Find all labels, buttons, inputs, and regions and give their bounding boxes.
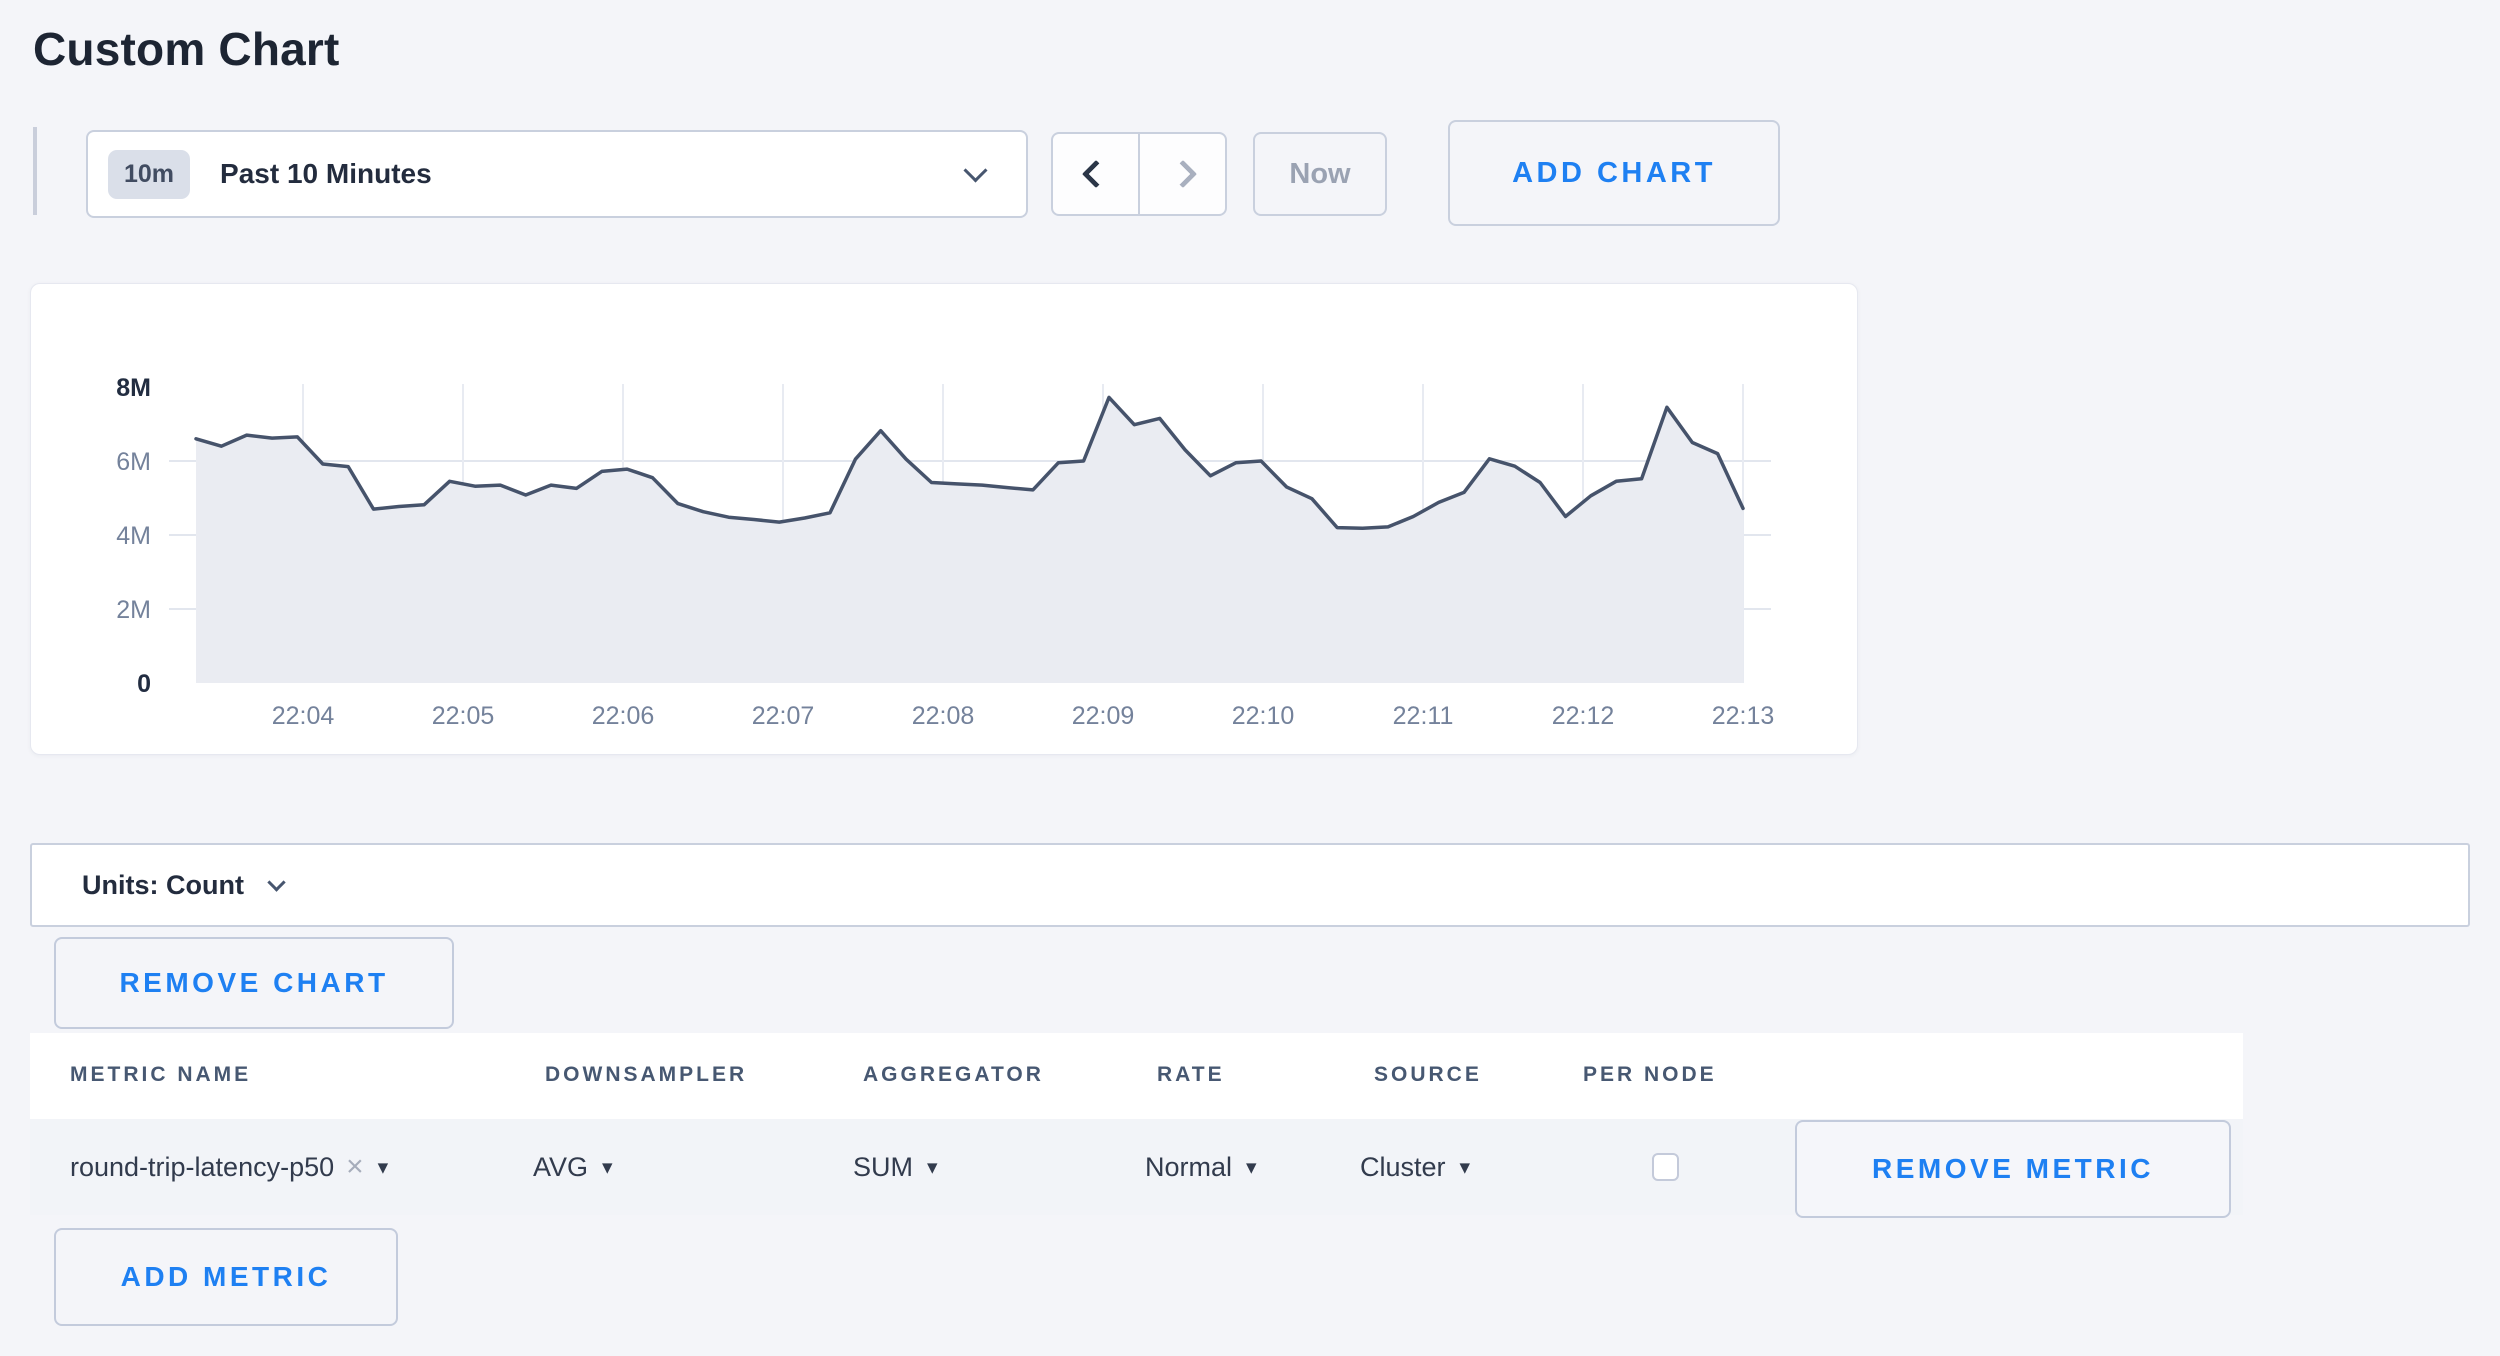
svg-text:2M: 2M	[116, 596, 151, 624]
units-dropdown[interactable]: Units: Count	[30, 843, 2470, 927]
svg-text:4M: 4M	[116, 522, 151, 550]
svg-text:22:11: 22:11	[1393, 702, 1454, 730]
col-header-aggregator: AGGREGATOR	[863, 1063, 1044, 1087]
page-title: Custom Chart	[33, 22, 340, 76]
aggregator-select[interactable]: SUM ▾	[853, 1119, 938, 1215]
chevron-right-icon	[1168, 160, 1196, 188]
svg-text:22:13: 22:13	[1712, 702, 1775, 730]
svg-text:22:06: 22:06	[592, 702, 655, 730]
remove-metric-button[interactable]: REMOVE METRIC	[1795, 1120, 2231, 1218]
chart-card: 22:04 22:05 22:06 22:07 22:08 22:09 22:10 22:11…	[30, 283, 1858, 755]
chevron-down-icon	[963, 158, 987, 182]
units-label: Units: Count	[82, 870, 244, 901]
triangle-down-icon: ▾	[378, 1155, 389, 1180]
clear-metric-icon[interactable]: ×	[346, 1150, 364, 1184]
prev-time-button[interactable]	[1053, 134, 1138, 214]
metrics-table: METRIC NAME DOWNSAMPLER AGGREGATOR RATE …	[30, 1033, 2243, 1215]
remove-chart-button[interactable]: REMOVE CHART	[54, 937, 454, 1029]
svg-text:22:04: 22:04	[272, 702, 335, 730]
col-header-rate: RATE	[1157, 1063, 1225, 1087]
rate-select[interactable]: Normal ▾	[1145, 1119, 1257, 1215]
downsampler-value: AVG	[533, 1152, 588, 1183]
svg-text:22:12: 22:12	[1552, 702, 1615, 730]
svg-text:22:08: 22:08	[912, 702, 975, 730]
triangle-down-icon: ▾	[1460, 1155, 1471, 1180]
svg-text:22:09: 22:09	[1072, 702, 1135, 730]
time-range-label: Past 10 Minutes	[220, 158, 432, 190]
col-header-source: SOURCE	[1374, 1063, 1482, 1087]
aggregator-value: SUM	[853, 1152, 913, 1183]
col-header-metric-name: METRIC NAME	[70, 1063, 251, 1087]
svg-text:22:07: 22:07	[752, 702, 815, 730]
add-metric-button[interactable]: ADD METRIC	[54, 1228, 398, 1326]
per-node-checkbox[interactable]	[1652, 1153, 1679, 1181]
chevron-down-icon	[267, 873, 285, 891]
rate-value: Normal	[1145, 1152, 1232, 1183]
timeseries-area-chart[interactable]: 22:04 22:05 22:06 22:07 22:08 22:09 22:10 22:11…	[31, 284, 1859, 756]
triangle-down-icon: ▾	[602, 1155, 613, 1180]
add-chart-button[interactable]: ADD CHART	[1448, 120, 1780, 226]
triangle-down-icon: ▾	[927, 1155, 938, 1180]
toolbar-divider	[33, 127, 37, 215]
source-value: Cluster	[1360, 1152, 1446, 1183]
svg-text:8M: 8M	[116, 374, 151, 402]
triangle-down-icon: ▾	[1246, 1155, 1257, 1180]
time-shift-group	[1051, 132, 1227, 216]
next-time-button[interactable]	[1138, 134, 1225, 214]
col-header-per-node: PER NODE	[1583, 1063, 1717, 1087]
time-range-badge: 10m	[108, 150, 190, 199]
downsampler-select[interactable]: AVG ▾	[533, 1119, 613, 1215]
chevron-left-icon	[1081, 160, 1109, 188]
svg-text:22:10: 22:10	[1232, 702, 1295, 730]
svg-text:6M: 6M	[116, 448, 151, 476]
time-range-dropdown[interactable]: 10m Past 10 Minutes	[86, 130, 1028, 218]
metrics-table-header: METRIC NAME DOWNSAMPLER AGGREGATOR RATE …	[30, 1033, 2243, 1119]
now-button[interactable]: Now	[1253, 132, 1387, 216]
svg-text:0: 0	[137, 670, 151, 698]
metric-name-value: round-trip-latency-p50	[70, 1152, 334, 1183]
metric-name-select[interactable]: round-trip-latency-p50 × ▾	[70, 1119, 388, 1215]
svg-text:22:05: 22:05	[432, 702, 495, 730]
source-select[interactable]: Cluster ▾	[1360, 1119, 1470, 1215]
col-header-downsampler: DOWNSAMPLER	[545, 1063, 747, 1087]
